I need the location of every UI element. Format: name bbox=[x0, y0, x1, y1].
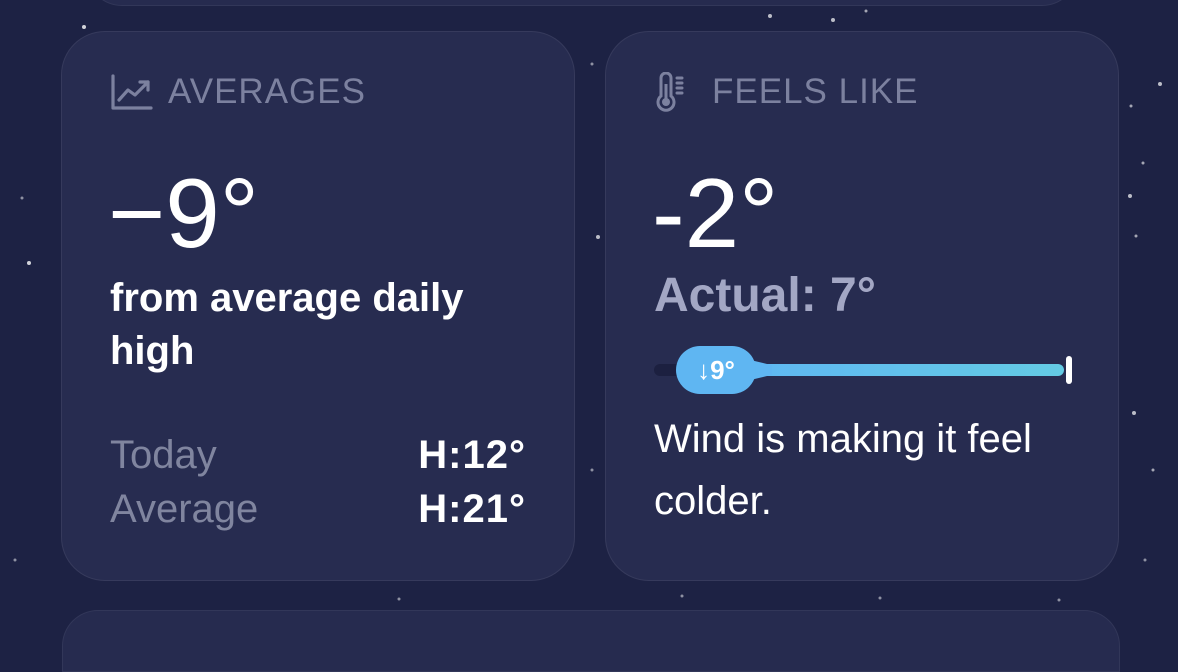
average-row: Average H:21° bbox=[110, 484, 526, 534]
gauge-difference-badge: ↓9° bbox=[676, 346, 756, 394]
averages-header: AVERAGES bbox=[110, 72, 366, 112]
average-high-value: H:21° bbox=[418, 487, 526, 531]
previous-card-edge bbox=[86, 0, 1078, 6]
today-row: Today H:12° bbox=[110, 430, 526, 480]
feels-like-description: Wind is making it feel colder. bbox=[654, 417, 1032, 523]
thermometer-icon bbox=[654, 71, 698, 112]
averages-difference-value: −9° bbox=[108, 158, 259, 268]
averages-subtext: from average daily high bbox=[110, 276, 464, 373]
gauge-actual-marker bbox=[1066, 356, 1072, 384]
average-label: Average bbox=[110, 487, 259, 531]
feels-like-title: FEELS LIKE bbox=[712, 72, 919, 111]
today-high-value: H:12° bbox=[418, 433, 526, 477]
averages-card[interactable]: AVERAGES −9° from average daily high Tod… bbox=[61, 31, 575, 581]
feels-like-header: FEELS LIKE bbox=[654, 71, 919, 112]
chart-line-icon bbox=[110, 72, 154, 112]
feels-like-value: -2° bbox=[652, 158, 779, 268]
feels-like-card[interactable]: FEELS LIKE -2° Actual: 7° ↓9° Wind is ma… bbox=[605, 31, 1119, 581]
feels-like-gauge: ↓9° bbox=[646, 344, 1086, 394]
today-label: Today bbox=[110, 433, 217, 477]
averages-title: AVERAGES bbox=[168, 72, 366, 111]
gauge-fill bbox=[756, 364, 1064, 376]
actual-temperature: Actual: 7° bbox=[654, 269, 876, 322]
next-card-edge bbox=[62, 610, 1120, 672]
